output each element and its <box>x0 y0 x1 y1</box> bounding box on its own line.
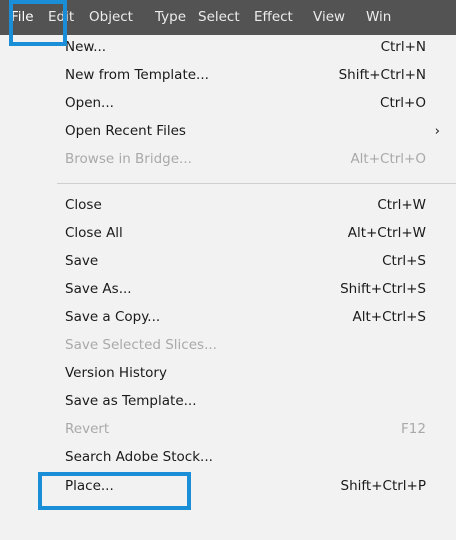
menu-item-search-adobe-stock[interactable]: Search Adobe Stock... <box>35 445 456 471</box>
menu-item-label: New from Template... <box>65 67 209 83</box>
menu-item-label: Close All <box>65 225 123 241</box>
menu-effect[interactable]: Effect <box>254 0 293 35</box>
menu-item-new-from-template[interactable]: New from Template... Shift+Ctrl+N <box>35 63 456 89</box>
menu-item-label: Revert <box>65 421 110 437</box>
menu-item-label: Save a Copy... <box>65 309 161 325</box>
menu-item-label: New... <box>65 39 107 55</box>
menu-separator <box>57 183 456 184</box>
menu-item-browse-in-bridge: Browse in Bridge... Alt+Ctrl+O <box>35 147 456 173</box>
menu-item-open[interactable]: Open... Ctrl+O <box>35 91 456 117</box>
highlight-box-file-menu <box>9 0 67 46</box>
menu-item-shortcut: Shift+Ctrl+S <box>340 281 426 297</box>
menu-item-shortcut: Alt+Ctrl+O <box>350 151 426 167</box>
menu-item-label: Search Adobe Stock... <box>65 449 213 465</box>
menu-object[interactable]: Object <box>89 0 133 35</box>
menu-item-save-as[interactable]: Save As... Shift+Ctrl+S <box>35 277 456 303</box>
menu-item-save-selected-slices: Save Selected Slices... <box>35 333 456 359</box>
menu-item-revert: Revert F12 <box>35 417 456 443</box>
menu-item-version-history[interactable]: Version History <box>35 361 456 387</box>
menu-item-label: Save <box>65 253 99 269</box>
menu-item-shortcut: Alt+Ctrl+S <box>352 309 427 325</box>
menu-bar: File Edit Object Type Select Effect View… <box>0 0 456 35</box>
menu-item-shortcut: Ctrl+N <box>380 39 426 55</box>
menu-item-label: Save Selected Slices... <box>65 337 217 353</box>
menu-item-label: Save as Template... <box>65 393 197 409</box>
menu-item-close-all[interactable]: Close All Alt+Ctrl+W <box>35 221 456 247</box>
menu-item-shortcut: Ctrl+O <box>380 95 426 111</box>
menu-item-save-as-template[interactable]: Save as Template... <box>35 389 456 415</box>
menu-item-open-recent-files[interactable]: Open Recent Files › <box>35 119 456 145</box>
menu-item-label: Version History <box>65 365 167 381</box>
menu-item-shortcut: Shift+Ctrl+N <box>338 67 426 83</box>
menu-window[interactable]: Win <box>366 0 391 35</box>
menu-item-close[interactable]: Close Ctrl+W <box>35 193 456 219</box>
menu-item-new[interactable]: New... Ctrl+N <box>35 35 456 61</box>
menu-item-label: Open Recent Files <box>65 123 186 139</box>
highlight-box-place-item <box>38 472 191 510</box>
menu-item-shortcut: Ctrl+W <box>377 197 426 213</box>
menu-item-shortcut: Alt+Ctrl+W <box>347 225 426 241</box>
menu-item-label: Close <box>65 197 102 213</box>
menu-type[interactable]: Type <box>155 0 186 35</box>
file-menu-dropdown: New... Ctrl+N New from Template... Shift… <box>35 35 456 540</box>
menu-item-label: Open... <box>65 95 114 111</box>
menu-view[interactable]: View <box>313 0 345 35</box>
menu-item-save-a-copy[interactable]: Save a Copy... Alt+Ctrl+S <box>35 305 456 331</box>
menu-item-shortcut: Ctrl+S <box>382 253 426 269</box>
chevron-right-icon: › <box>434 123 440 139</box>
menu-item-shortcut: F12 <box>401 421 426 437</box>
menu-item-label: Save As... <box>65 281 132 297</box>
menu-item-label: Browse in Bridge... <box>65 151 192 167</box>
menu-item-save[interactable]: Save Ctrl+S <box>35 249 456 275</box>
menu-item-shortcut: Shift+Ctrl+P <box>340 478 426 494</box>
menu-select[interactable]: Select <box>198 0 240 35</box>
